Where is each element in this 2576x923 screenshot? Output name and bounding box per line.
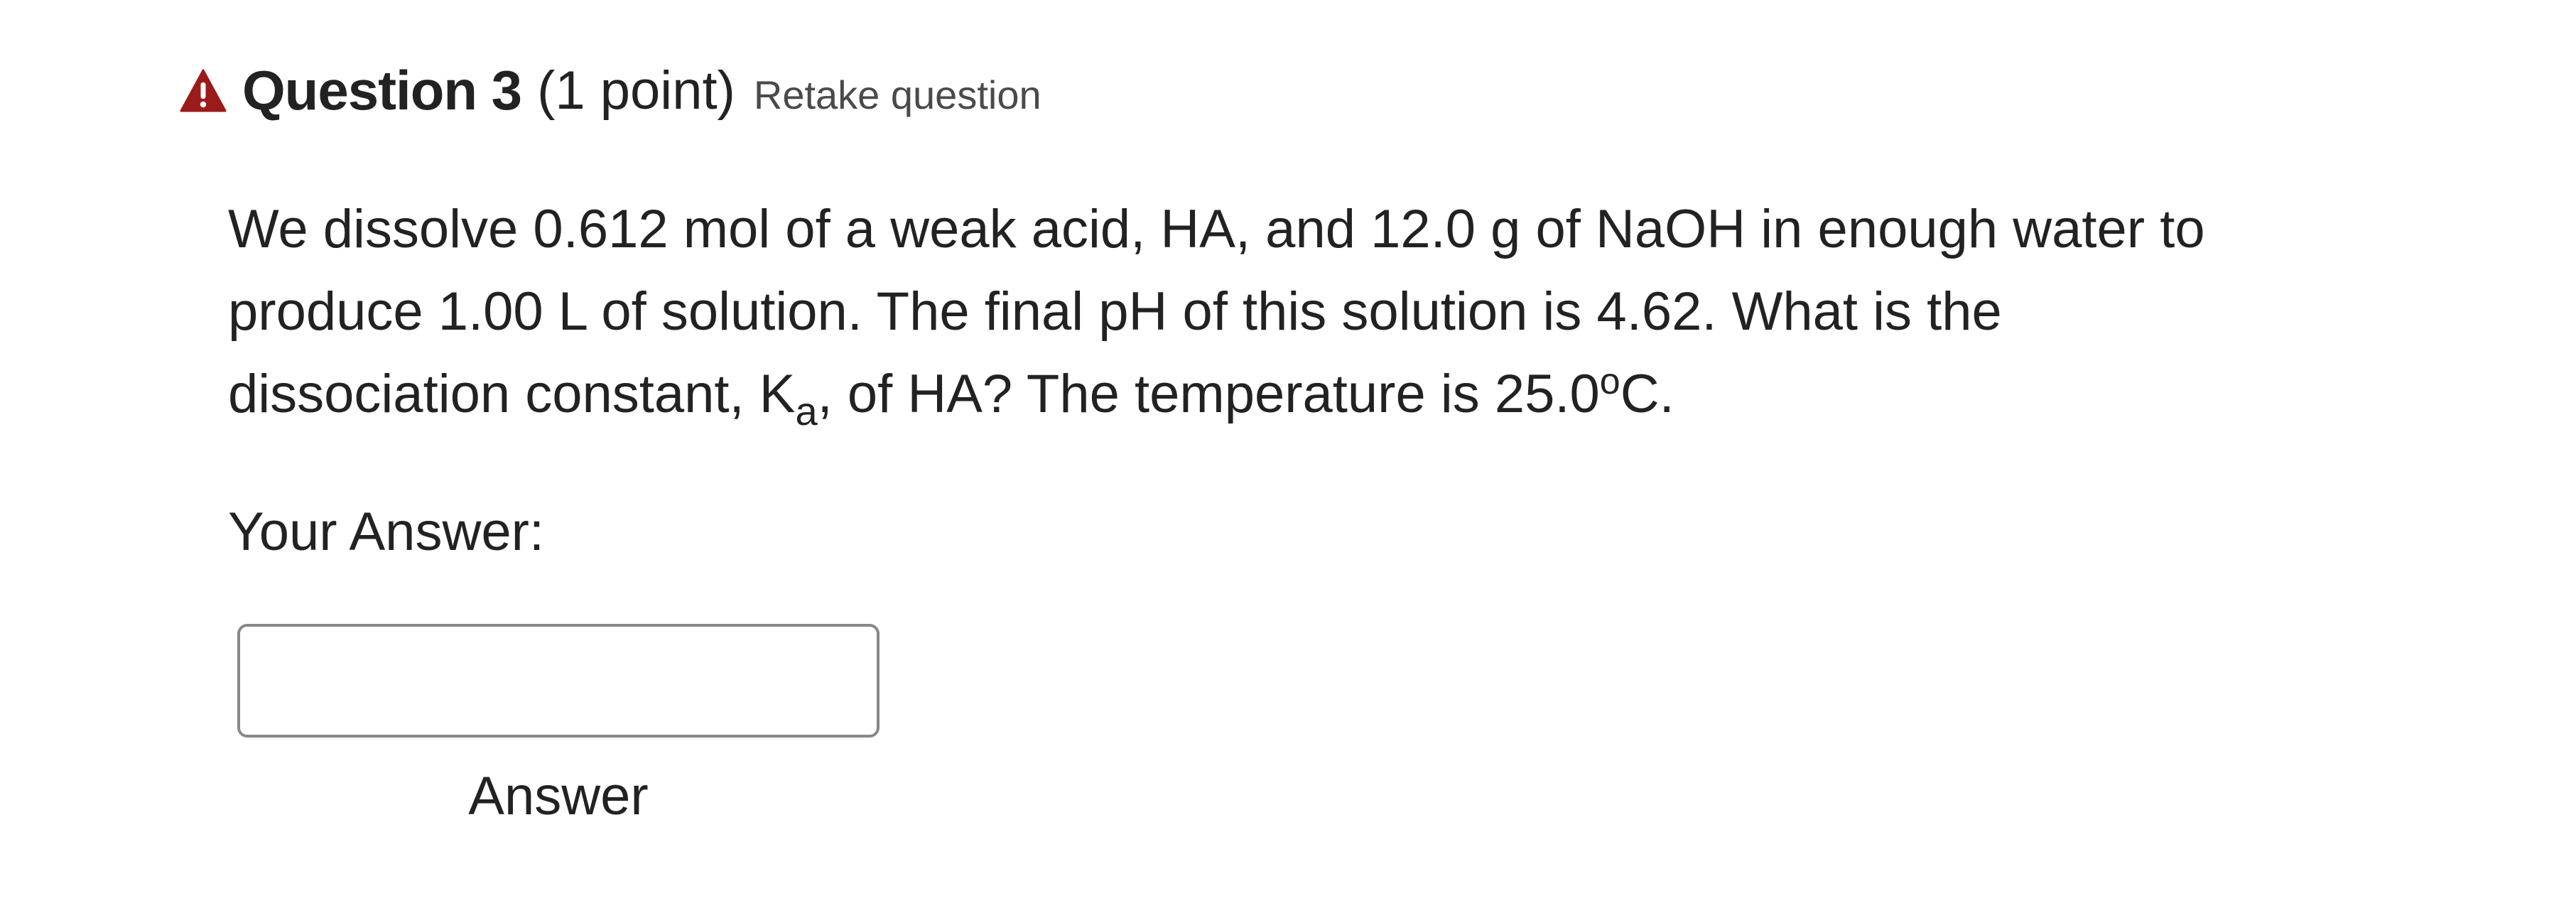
question-text-line-1: We dissolve 0.612 mol of a weak acid, HA… (228, 199, 2205, 259)
degree-superscript: o (1599, 361, 1620, 402)
question-points: (1 point) (537, 60, 735, 121)
ka-subscript: a (795, 389, 818, 433)
question-header: Question 3 (1 point) Retake question (180, 58, 1041, 123)
warning-triangle-icon (180, 69, 227, 113)
question-text-line-3-suffix: C. (1620, 364, 1674, 424)
your-answer-label: Your Answer: (228, 502, 545, 562)
answer-field-label: Answer (468, 766, 649, 826)
question-text: We dissolve 0.612 mol of a weak acid, HA… (228, 188, 2430, 436)
question-text-line-3-middle: , of HA? The temperature is 25.0 (817, 364, 1600, 424)
retake-question-link[interactable]: Retake question (754, 72, 1041, 118)
question-text-line-3-prefix: dissociation constant, K (228, 364, 796, 424)
answer-input[interactable] (237, 624, 880, 738)
question-text-line-2: produce 1.00 L of solution. The final pH… (228, 281, 2002, 342)
question-text-line-3: dissociation constant, Ka, of HA? The te… (228, 353, 2430, 436)
question-title: Question 3 (242, 59, 522, 122)
